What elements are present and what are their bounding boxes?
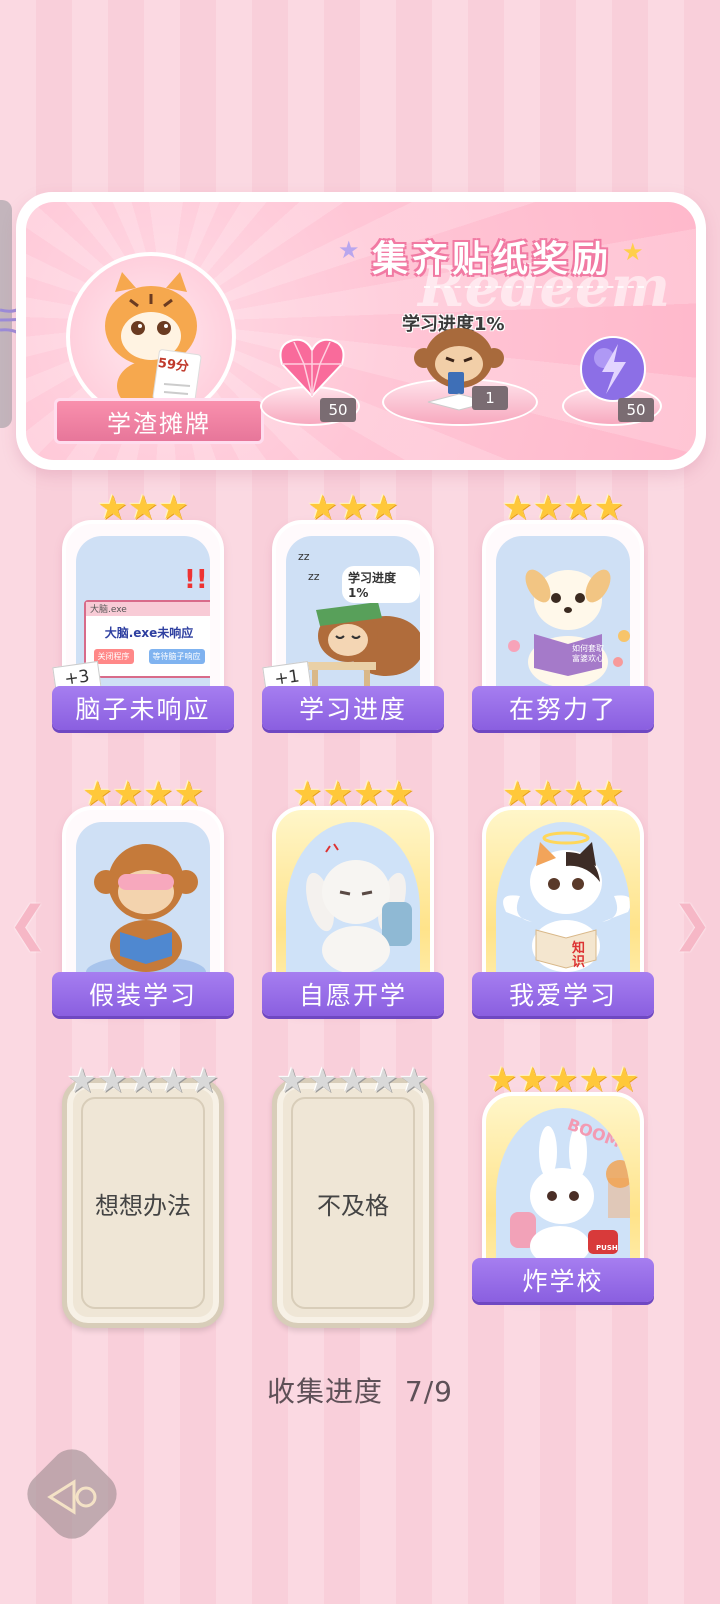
sticker-card[interactable]: ★ ★ ★ ★ 假装学习 xyxy=(52,774,234,1016)
card-label: 脑子未响应 xyxy=(52,686,234,730)
collection-progress-value: 7/9 xyxy=(404,1375,453,1408)
reward-count-badge: 50 xyxy=(320,398,356,422)
reward-panel: Redeem ★ ★ 集齐贴纸奖励 59分 学渣摊牌 50 学习进度1% 1 5… xyxy=(16,192,706,470)
dialog-title: 大脑.exe xyxy=(86,602,210,616)
reward-count-badge: 1 xyxy=(472,386,508,410)
prev-page-arrow[interactable]: ❮ xyxy=(8,896,48,952)
star-rating: ★ ★ ★ xyxy=(97,488,189,528)
angel-cat-icon xyxy=(503,831,630,972)
error-dialog-window: 大脑.exe 大脑.exe未响应 关闭程序 等待脑子响应 xyxy=(84,600,210,678)
monkey-sleep-mask-icon xyxy=(86,844,206,988)
star-rating: ★ ★ ★ ★ xyxy=(502,488,624,528)
dialog-close-button: 关闭程序 xyxy=(93,649,134,664)
star-decor-icon: ★ xyxy=(338,236,360,264)
star-rating: ★ ★ ★ ★ xyxy=(82,774,204,814)
sticker-card[interactable]: ★ ★ ★ ★ 自愿开学 xyxy=(262,774,444,1016)
back-arrow-icon[interactable] xyxy=(44,1472,104,1522)
cat-book-text: 知识 xyxy=(572,941,586,970)
star-rating: ★ ★ ★ ★ xyxy=(292,774,414,814)
sticker-card[interactable]: ★ ★ ★ ★ ★ BOOM!! PUSH 炸学校 xyxy=(472,1060,654,1302)
tiger-holding-paper-icon xyxy=(105,272,202,412)
card-label: 我爱学习 xyxy=(472,972,654,1016)
grumpy-bunny-icon xyxy=(306,843,412,974)
star-rating: ★ ★ ★ ★ ★ xyxy=(486,1060,640,1100)
puppy-reading-icon xyxy=(508,569,630,688)
locked-sticker-card[interactable]: ★ ★ ★ ★ ★ 想想办法 xyxy=(62,1061,224,1328)
locked-card-label: 想想办法 xyxy=(81,1097,205,1309)
card-label: 炸学校 xyxy=(472,1258,654,1302)
tiger-label-ribbon: 学渣摊牌 xyxy=(54,398,264,444)
card-label: 在努力了 xyxy=(472,686,654,730)
collection-progress: 收集进度 7/9 xyxy=(0,1370,720,1410)
star-rating: ★ ★ ★ xyxy=(307,488,399,528)
purple-lightning-orb-icon[interactable] xyxy=(578,334,648,404)
sticker-card[interactable]: ★ ★ ★ ★ 知识 我爱学习 xyxy=(472,774,654,1016)
svg-text:zz: zz xyxy=(298,550,310,563)
title-divider xyxy=(424,286,644,288)
puppy-book-title: 如何套取富婆欢心 xyxy=(572,644,604,663)
star-rating-grey: ★ ★ ★ ★ ★ xyxy=(66,1061,220,1101)
collection-progress-label: 收集进度 xyxy=(267,1375,384,1408)
sloth-bubble: 学习进度1% xyxy=(342,566,420,603)
card-label: 自愿开学 xyxy=(262,972,444,1016)
tiger-sticker-frame[interactable]: 59分 xyxy=(66,252,236,422)
star-rating: ★ ★ ★ ★ xyxy=(502,774,624,814)
panel-title: 集齐贴纸奖励 xyxy=(372,239,613,280)
svg-text:!!!: !!! xyxy=(184,565,210,595)
reward-count-badge: 50 xyxy=(618,398,654,422)
dialog-message: 大脑.exe未响应 xyxy=(104,626,194,640)
sticker-card[interactable]: ★ ★ ★ ★ 如何套取富婆欢心 在努力了 xyxy=(472,488,654,730)
locked-card-label: 不及格 xyxy=(291,1097,415,1309)
next-page-arrow[interactable]: ❯ xyxy=(672,896,712,952)
push-button-text: PUSH xyxy=(596,1244,618,1252)
star-rating-grey: ★ ★ ★ ★ ★ xyxy=(276,1061,430,1101)
locked-sticker-card[interactable]: ★ ★ ★ ★ ★ 不及格 xyxy=(272,1061,434,1328)
svg-text:zz: zz xyxy=(308,570,320,583)
card-label: 假装学习 xyxy=(52,972,234,1016)
pink-heart-gem-icon[interactable] xyxy=(276,334,348,400)
star-decor-icon: ★ xyxy=(622,238,644,266)
sticker-card[interactable]: ★ ★ ★ 学习进度1% zz zz +1 学习进度 xyxy=(262,488,444,730)
sticker-card[interactable]: ★★★ !!! 大脑.exe 大脑.exe未响应 关闭程序 等待脑子响应 +3 … xyxy=(52,488,234,730)
dialog-wait-button: 等待脑子响应 xyxy=(148,649,205,664)
card-label: 学习进度 xyxy=(262,686,444,730)
